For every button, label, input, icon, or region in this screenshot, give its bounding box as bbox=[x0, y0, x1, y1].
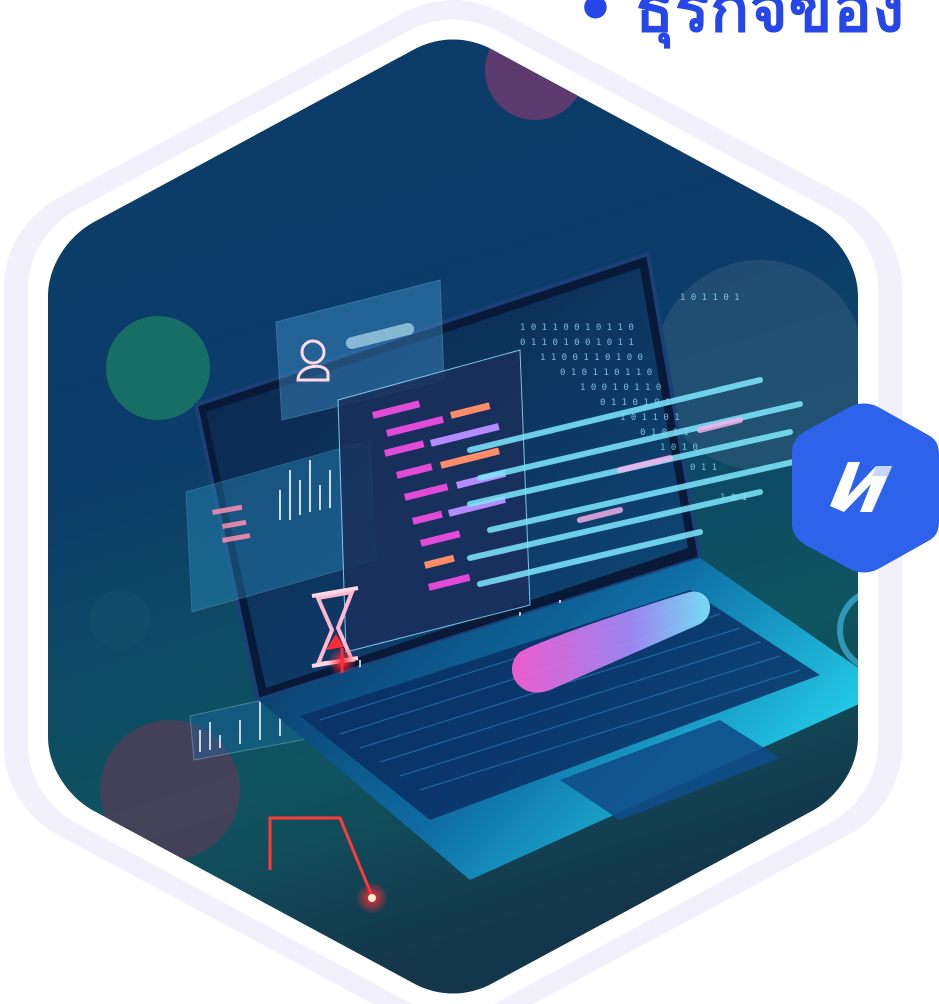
brand-badge bbox=[792, 403, 939, 573]
svg-text:0 1 0 1 1 0 1 1 0: 0 1 0 1 1 0 1 1 0 bbox=[560, 368, 652, 378]
svg-text:0 1 1 0 1 0 0 1 0 1 1: 0 1 1 0 1 0 0 1 0 1 1 bbox=[520, 338, 634, 348]
svg-text:1 0 0 1 0 1 1 0: 1 0 0 1 0 1 1 0 bbox=[580, 383, 661, 393]
svg-text:0 1 1: 0 1 1 bbox=[690, 463, 717, 473]
svg-text:1 0 1 1 0 1: 1 0 1 1 0 1 bbox=[680, 293, 740, 303]
svg-text:1 1 0 0 1 1 0 1 0 0: 1 1 0 0 1 1 0 1 0 0 bbox=[540, 353, 643, 363]
svg-text:1 0 1 1 0 0 1 0 1 1 0: 1 0 1 1 0 0 1 0 1 1 0 bbox=[520, 323, 634, 333]
